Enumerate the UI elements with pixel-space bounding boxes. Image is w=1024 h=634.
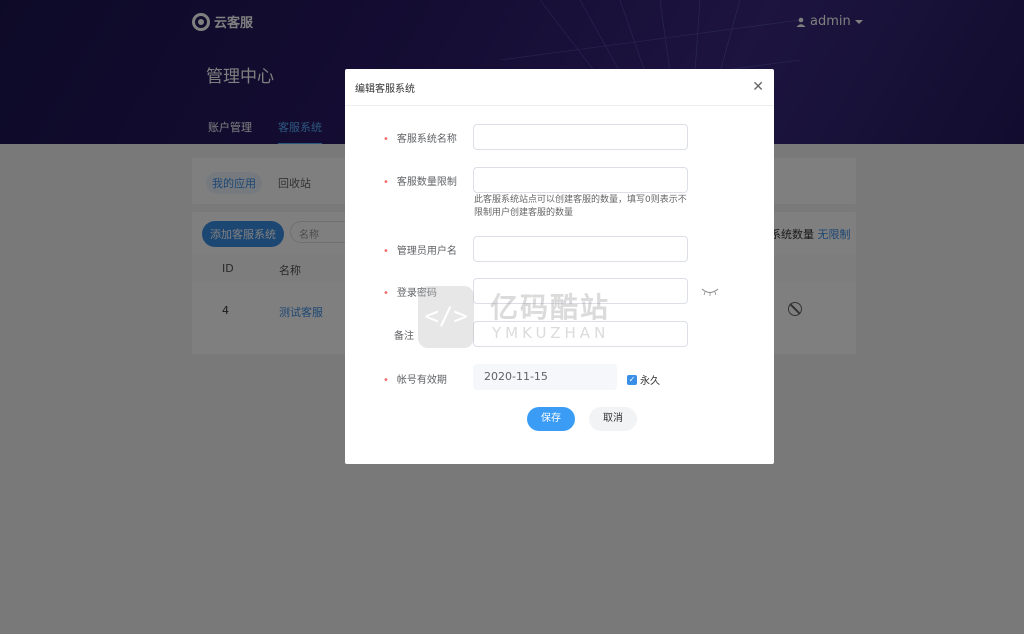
cancel-button[interactable]: 取消	[589, 407, 637, 431]
admin-username-input[interactable]	[473, 236, 688, 262]
forever-checkbox[interactable]: ✓ 永久	[627, 372, 660, 387]
cs-limit-label: • 客服数量限制	[383, 177, 457, 188]
system-name-label: • 客服系统名称	[383, 134, 457, 145]
forever-label: 永久	[640, 376, 660, 387]
expiry-label: • 帐号有效期	[383, 375, 447, 386]
expiry-date-input[interactable]: 2020-11-15	[473, 364, 617, 390]
remark-input[interactable]	[473, 321, 688, 347]
checkbox-checked-icon[interactable]: ✓	[627, 374, 637, 385]
save-button[interactable]: 保存	[527, 407, 575, 431]
close-icon[interactable]: ✕	[752, 80, 764, 94]
dialog-title: 编辑客服系统	[355, 83, 415, 95]
eye-closed-icon[interactable]	[701, 287, 719, 297]
password-label: • 登录密码	[383, 288, 437, 299]
admin-username-label: • 管理员用户名	[383, 246, 457, 257]
edit-cs-system-dialog: 编辑客服系统 ✕ • 客服系统名称 • 客服数量限制 此客服系统站点可以创建客服的数…	[345, 69, 774, 464]
password-input[interactable]	[473, 278, 688, 304]
remark-label: 备注	[394, 331, 414, 342]
cs-limit-help: 此客服系统站点可以创建客服的数量，填写0则表示不限制用户创建客服的数量	[474, 195, 687, 218]
system-name-input[interactable]	[473, 124, 688, 150]
dialog-header: 编辑客服系统 ✕	[345, 69, 774, 106]
cs-limit-input[interactable]	[473, 167, 688, 193]
